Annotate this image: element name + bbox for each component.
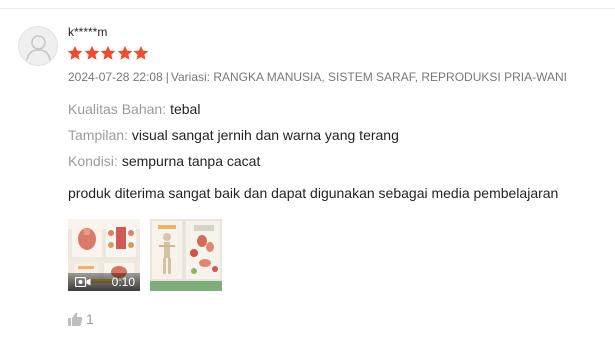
thumbs-up-icon — [68, 312, 83, 326]
meta-separator: | — [165, 70, 169, 84]
star-icon — [84, 45, 99, 60]
video-duration: 0:10 — [111, 275, 135, 289]
variation-value: RANGKA MANUSIA, SISTEM SARAF, REPRODUKSI… — [213, 70, 568, 84]
video-camera-icon — [75, 277, 91, 287]
attribute-colon: : — [162, 101, 167, 117]
review-photo-image — [150, 219, 222, 291]
user-placeholder-icon — [26, 35, 51, 61]
attribute-label: Kualitas Bahan — [68, 101, 163, 117]
like-count: 1 — [86, 310, 94, 327]
review-date: 2024-07-28 22:08 — [68, 70, 163, 84]
attribute-label: Kondisi — [68, 153, 114, 169]
review-video-thumbnail[interactable]: 0:10 — [68, 219, 140, 291]
review-image-thumbnail[interactable] — [150, 219, 222, 291]
top-divider — [0, 8, 615, 9]
reviewer-username[interactable]: k*****m — [68, 25, 107, 39]
variation-label: Variasi: — [170, 70, 210, 84]
rating-stars — [67, 45, 149, 61]
attribute-label: Tampilan — [68, 127, 125, 143]
star-icon — [67, 45, 83, 60]
review-text: produk diterima sangat baik dan dapat di… — [68, 185, 559, 201]
attribute-row-material: Kualitas Bahan: tebal — [68, 101, 200, 118]
attribute-colon: : — [113, 153, 118, 169]
star-icon — [133, 45, 149, 60]
like-button[interactable]: 1 — [67, 310, 94, 328]
star-icon — [100, 45, 116, 60]
video-overlay-bar: 0:10 — [68, 273, 140, 291]
attribute-value: visual sangat jernih dan warna yang tera… — [131, 127, 399, 143]
star-icon — [117, 45, 132, 60]
user-avatar[interactable] — [18, 26, 58, 66]
attribute-colon: : — [124, 127, 128, 143]
attribute-row-condition: Kondisi: sempurna tanpa cacat — [68, 153, 260, 170]
attribute-value: sempurna tanpa cacat — [121, 153, 261, 169]
review-meta: 2024-07-28 22:08 | Variasi: RANGKA MANUSIA… — [68, 70, 568, 84]
attribute-row-display: Tampilan: visual sangat jernih dan warna … — [68, 127, 399, 144]
attribute-value: tebal — [170, 101, 201, 117]
